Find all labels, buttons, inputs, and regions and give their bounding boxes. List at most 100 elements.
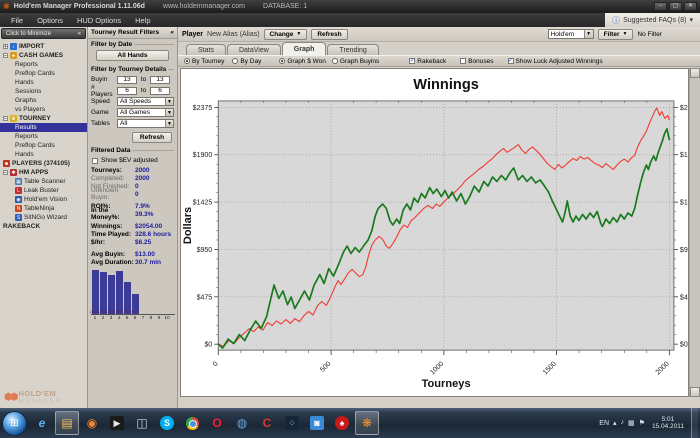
pokerstars-icon[interactable]: ♠	[330, 411, 354, 435]
logo-line2: MANAGER	[18, 398, 62, 405]
minimize-button[interactable]: –	[654, 2, 667, 11]
players-to-input[interactable]	[150, 86, 170, 95]
option-by-tourney[interactable]: By Tourney	[184, 58, 224, 65]
expander-icon[interactable]: −	[3, 53, 8, 58]
click-to-minimize-button[interactable]: Click to Minimize «	[1, 28, 86, 39]
finish-position-histogram: 20.1 19.1 17.7 19.5 14.4 9.3 1 2 3 4 5 6 7 8 9 10	[90, 269, 175, 321]
network-icon[interactable]: ▦	[628, 419, 635, 427]
option-show-luck-adjusted-winnings[interactable]: ✓ Show Luck Adjusted Winnings	[507, 58, 603, 65]
show-ev-adjusted-checkbox[interactable]	[92, 157, 98, 164]
sidebar-item-hm-apps[interactable]: − ✱ HM APPS	[0, 168, 87, 177]
sidebar-item-cash-hands[interactable]: Hands	[0, 78, 87, 87]
volume-icon[interactable]: ♪	[621, 419, 625, 427]
buyin-to-input[interactable]	[150, 75, 170, 84]
chrome-icon[interactable]	[180, 411, 204, 435]
expander-icon[interactable]: −	[3, 116, 8, 121]
sitngo-wizard-icon: S	[15, 214, 22, 221]
sidebar-item-cash-sessions[interactable]: Sessions	[0, 87, 87, 96]
sidebar-item-tourney-reports[interactable]: Reports	[0, 132, 87, 141]
hidden-icons-arrow-icon[interactable]: ▴	[613, 419, 617, 427]
game-select[interactable]: All Games ▼	[117, 108, 174, 117]
messenger-icon[interactable]: ◙	[305, 411, 329, 435]
option-by-day[interactable]: By Day	[232, 58, 261, 65]
menu-options[interactable]: Options	[30, 16, 70, 25]
refresh-filters-button[interactable]: Refresh	[132, 132, 172, 143]
system-tray: EN ▴ ♪ ▦ ⚑ 5:01 15.04.2011	[599, 408, 698, 438]
app-grid-icon[interactable]: ⁘	[280, 411, 304, 435]
menu-file[interactable]: File	[4, 16, 30, 25]
tab-graph[interactable]: Graph	[281, 42, 327, 55]
media-player-icon[interactable]: ▶	[105, 411, 129, 435]
stat-value: 328.6 hours	[135, 230, 172, 238]
sidebar-item-cash-games[interactable]: − ♠ CASH GAMES	[0, 51, 87, 60]
scroll-down-button[interactable]	[690, 387, 700, 397]
sidebar-item-tourney-preflop-cards[interactable]: Preflop Cards	[0, 141, 87, 150]
hm-apps-icon: ✱	[10, 169, 17, 176]
option-rakeback[interactable]: ✓ Rakeback	[409, 58, 446, 65]
sidebar-item-cash-vs-players[interactable]: vs Players	[0, 105, 87, 114]
browser-globe-icon[interactable]: ◍	[230, 411, 254, 435]
all-hands-button[interactable]: All Hands	[96, 50, 169, 61]
sidebar-item-table-scanner[interactable]: ▦ Table Scanner	[0, 177, 87, 186]
app-icon: ❋	[3, 1, 10, 11]
expander-icon[interactable]: +	[3, 44, 8, 49]
internet-explorer-icon[interactable]: e	[30, 411, 54, 435]
sidebar-item-cash-graphs[interactable]: Graphs	[0, 96, 87, 105]
language-indicator[interactable]: EN	[599, 420, 609, 427]
speed-select[interactable]: All Speeds ▼	[117, 97, 174, 106]
skype-icon[interactable]: S	[155, 411, 179, 435]
tab-stats[interactable]: Stats	[186, 44, 226, 55]
scroll-up-button[interactable]	[690, 68, 700, 78]
sidebar-item-cash-reports[interactable]: Reports	[0, 60, 87, 69]
start-button[interactable]: ⊞	[2, 410, 27, 436]
taskbar-clock[interactable]: 5:01 15.04.2011	[649, 416, 687, 431]
action-center-flag-icon[interactable]: ⚑	[639, 419, 645, 427]
stat-value: $13.00	[135, 250, 155, 258]
stat-row: Completed: 2000	[88, 174, 177, 182]
windows-explorer-icon[interactable]: ▤	[55, 411, 79, 435]
internet-explorer-icon-glyph: e	[38, 416, 46, 430]
show-desktop-button[interactable]	[691, 408, 698, 438]
sidebar-item-label: TableNinja	[24, 205, 55, 212]
sidebar-item-import[interactable]: + ↓ IMPORT	[0, 42, 87, 51]
menu-help[interactable]: Help	[128, 16, 157, 25]
maximize-button[interactable]: ▢	[669, 2, 682, 11]
sidebar-item-holdem-vision[interactable]: ◉ Hold'em Vision	[0, 195, 87, 204]
panel-collapse-icon[interactable]: «	[170, 29, 174, 36]
players-from-input[interactable]	[117, 86, 137, 95]
option-graph-won[interactable]: Graph $ Won	[279, 58, 326, 65]
close-button[interactable]: ✕	[684, 2, 697, 11]
sidebar-item-leak-buster[interactable]: L Leak Buster	[0, 186, 87, 195]
sidebar-item-rakeback[interactable]: RAKEBACK	[0, 222, 87, 231]
menu-hud-options[interactable]: HUD Options	[70, 16, 128, 25]
tourney-result-filters-panel: Tourney Result Filters « Filter by Date …	[88, 27, 178, 408]
tables-select[interactable]: All ▼	[117, 119, 174, 128]
chart-scrollbar[interactable]	[689, 68, 700, 397]
suggested-faqs-button[interactable]: ⓘ Suggested FAQs (8) ▾	[605, 13, 700, 27]
opera-icon[interactable]: O	[205, 411, 229, 435]
tab-dataview[interactable]: DataView	[226, 44, 281, 55]
sidebar-item-players[interactable]: ☻ PLAYERS (374105)	[0, 159, 87, 168]
sidebar-item-tableninja[interactable]: N TableNinja	[0, 204, 87, 213]
sidebar-item-cash-preflop-cards[interactable]: Preflop Cards	[0, 69, 87, 78]
comodo-icon[interactable]: C	[255, 411, 279, 435]
option-bonuses[interactable]: Bonuses	[460, 58, 494, 65]
sidebar-item-label: Hold'em Vision	[24, 196, 68, 203]
teamviewer-monitor-icon[interactable]: ◫	[130, 411, 154, 435]
refresh-player-button[interactable]: Refresh	[311, 28, 348, 40]
game-type-select[interactable]: Hold'em ▼	[547, 29, 594, 39]
kmplayer-icon[interactable]: ◉	[80, 411, 104, 435]
buyin-from-input[interactable]	[117, 75, 137, 84]
histogram-value-label: 19.1	[98, 310, 105, 314]
expander-icon[interactable]: −	[3, 170, 8, 175]
filter-button[interactable]: Filter ▼	[597, 28, 634, 40]
tab-trending[interactable]: Trending	[327, 44, 379, 55]
sidebar-item-sitngo-wizard[interactable]: S SitNGo Wizard	[0, 213, 87, 222]
option-graph-buyins[interactable]: Graph Buyins	[331, 58, 379, 65]
holdem-manager-icon[interactable]: ❋	[355, 411, 379, 435]
sidebar-item-tourney-hands[interactable]: Hands	[0, 150, 87, 159]
sidebar-item-tourney[interactable]: − ♛ TOURNEY	[0, 114, 87, 123]
histogram-value-label: 9.3	[130, 310, 135, 314]
change-player-button[interactable]: Change ▼	[263, 28, 308, 40]
sidebar-item-tourney-results[interactable]: Results	[0, 123, 87, 132]
